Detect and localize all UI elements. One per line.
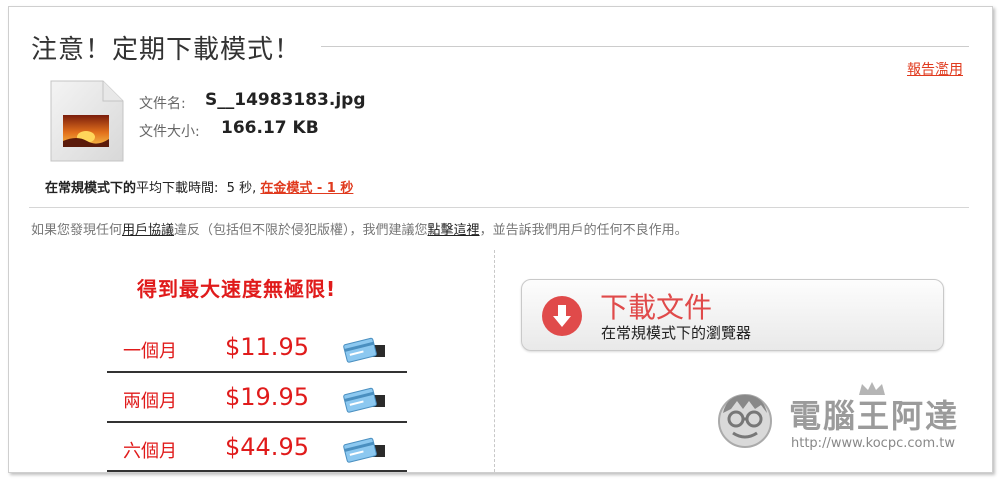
plan-row[interactable]: 兩個月 $19.95 (107, 375, 407, 423)
abuse-notice: 如果您發現任何用戶協議違反（包括但不限於侵犯版權），我們建議您點擊這裡，並告訴我… (31, 219, 688, 238)
click-here-link[interactable]: 點擊這裡 (428, 223, 480, 238)
site-watermark: 電腦王阿達 http://www.kocpc.com.tw (709, 381, 979, 461)
premium-headline: 得到最大速度無極限! (137, 277, 337, 301)
plan-price: $44.95 (225, 433, 309, 461)
page-title: 注意！定期下載模式！ (31, 35, 302, 65)
column-divider (494, 250, 495, 472)
plan-name: 兩個月 (123, 391, 177, 412)
download-page-panel: 注意！定期下載模式！ 報告濫用 文件名: S__14983183.jpg 文件大… (8, 6, 993, 473)
watermark-brand: 電腦王阿達 (789, 397, 960, 435)
avg-time-prefix-bold: 在常規模式下的 (45, 181, 137, 196)
plan-divider (107, 421, 407, 423)
credit-card-icon[interactable] (343, 385, 387, 415)
image-file-icon (47, 79, 127, 163)
file-size-value: 166.17 KB (221, 118, 319, 138)
notice-text-1: 如果您發現任何 (31, 223, 123, 238)
plan-row[interactable]: 一個月 $11.95 (107, 325, 407, 373)
plan-divider (107, 371, 407, 373)
avg-time-value: 5 秒, (226, 181, 257, 196)
mascot-logo-icon (718, 394, 772, 448)
section-divider (29, 207, 969, 208)
file-size-label: 文件大小: (139, 124, 200, 140)
avg-time-prefix: 平均下載時間: (136, 181, 219, 196)
report-abuse-link[interactable]: 報告濫用 (907, 59, 963, 79)
file-name-label: 文件名: (139, 96, 186, 112)
title-divider (321, 46, 969, 47)
plan-price: $11.95 (225, 333, 309, 361)
credit-card-icon[interactable] (343, 335, 387, 365)
file-name-value: S__14983183.jpg (205, 90, 366, 110)
plan-row[interactable]: 六個月 $44.95 (107, 425, 407, 472)
premium-mode-link[interactable]: 在金模式 - 1 秒 (260, 181, 353, 196)
download-file-button[interactable]: 下載文件 在常規模式下的瀏覽器 (521, 279, 944, 351)
plan-divider (107, 470, 407, 472)
watermark-url: http://www.kocpc.com.tw (791, 436, 955, 451)
notice-text-3: ，並告訴我們用戶的任何不良作用。 (479, 223, 688, 238)
plan-name: 一個月 (123, 341, 177, 362)
notice-text-2: 違反（包括但不限於侵犯版權），我們建議您 (174, 223, 428, 238)
download-button-sublabel: 在常規模式下的瀏覽器 (601, 324, 752, 342)
user-agreement-link[interactable]: 用戶協議 (122, 223, 174, 238)
download-arrow-icon (542, 296, 582, 336)
plan-name: 六個月 (123, 441, 177, 462)
download-button-label: 下載文件 (600, 291, 713, 324)
credit-card-icon[interactable] (343, 435, 387, 465)
average-download-time: 在常規模式下的平均下載時間: 5 秒, 在金模式 - 1 秒 (45, 177, 353, 196)
plan-price: $19.95 (225, 383, 309, 411)
